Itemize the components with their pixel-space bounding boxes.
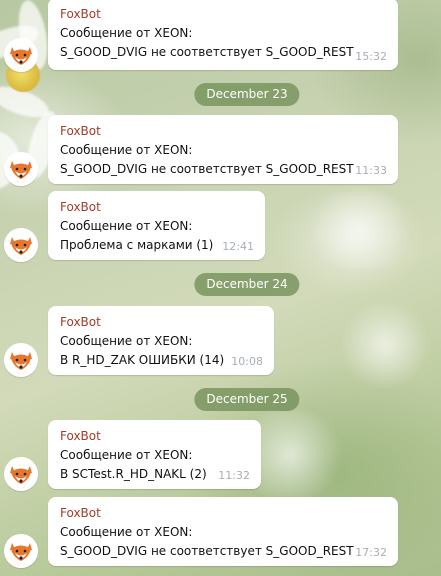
date-separator: December 24 xyxy=(194,273,300,296)
fox-icon-art xyxy=(4,228,38,262)
fox-icon-art xyxy=(4,343,38,377)
sender-name[interactable]: FoxBot xyxy=(60,428,250,444)
message-time: 17:32 xyxy=(355,546,387,559)
message-text-line: S_GOOD_DVIG не соответствует S_GOOD_REST xyxy=(60,544,354,558)
message-text-line: Сообщение от XEON: xyxy=(60,334,193,348)
sender-name[interactable]: FoxBot xyxy=(60,199,254,215)
message-bubble[interactable]: FoxBot Сообщение от XEON: S_GOOD_DVIG не… xyxy=(48,115,398,184)
sender-name[interactable]: FoxBot xyxy=(60,505,387,521)
fox-icon-art xyxy=(4,38,38,72)
message-bubble[interactable]: FoxBot Сообщение от XEON: S_GOOD_DVIG не… xyxy=(48,0,398,70)
message-text-line: Сообщение от XEON: xyxy=(60,525,193,539)
fox-icon-art xyxy=(4,534,38,568)
message-time: 15:32 xyxy=(355,50,387,63)
message-text-line: Сообщение от XEON: xyxy=(60,26,193,40)
fox-icon[interactable] xyxy=(4,38,38,72)
message-time: 11:32 xyxy=(218,469,250,482)
fox-icon[interactable] xyxy=(4,457,38,491)
background-daisy xyxy=(340,300,430,390)
message-bubble[interactable]: FoxBot Сообщение от XEON: S_GOOD_DVIG не… xyxy=(48,497,398,566)
sender-name[interactable]: FoxBot xyxy=(60,123,387,139)
message-time: 12:41 xyxy=(222,240,254,253)
date-separator: December 25 xyxy=(194,388,300,411)
fox-icon[interactable] xyxy=(4,228,38,262)
message-text-line: Сообщение от XEON: xyxy=(60,448,193,462)
message-text-line: S_GOOD_DVIG не соответствует S_GOOD_REST xyxy=(60,45,354,59)
fox-icon-art xyxy=(4,152,38,186)
sender-name[interactable]: FoxBot xyxy=(60,314,263,330)
message-text-line: Сообщение от XEON: xyxy=(60,143,193,157)
message-bubble[interactable]: FoxBot Сообщение от XEON: Проблема с мар… xyxy=(48,191,265,260)
sender-name[interactable]: FoxBot xyxy=(60,6,387,22)
message-bubble[interactable]: FoxBot Сообщение от XEON: В SCTest.R_HD_… xyxy=(48,420,261,489)
fox-icon-art xyxy=(4,457,38,491)
fox-icon[interactable] xyxy=(4,534,38,568)
background-daisy xyxy=(300,190,420,270)
fox-icon[interactable] xyxy=(4,152,38,186)
message-bubble[interactable]: FoxBot Сообщение от XEON: В R_HD_ZAK ОШИ… xyxy=(48,306,274,375)
message-time: 11:33 xyxy=(355,164,387,177)
message-text-line: S_GOOD_DVIG не соответствует S_GOOD_REST xyxy=(60,162,354,176)
date-separator: December 23 xyxy=(194,83,300,106)
message-time: 10:08 xyxy=(231,355,263,368)
message-text-line: Сообщение от XEON: xyxy=(60,219,193,233)
fox-icon[interactable] xyxy=(4,343,38,377)
